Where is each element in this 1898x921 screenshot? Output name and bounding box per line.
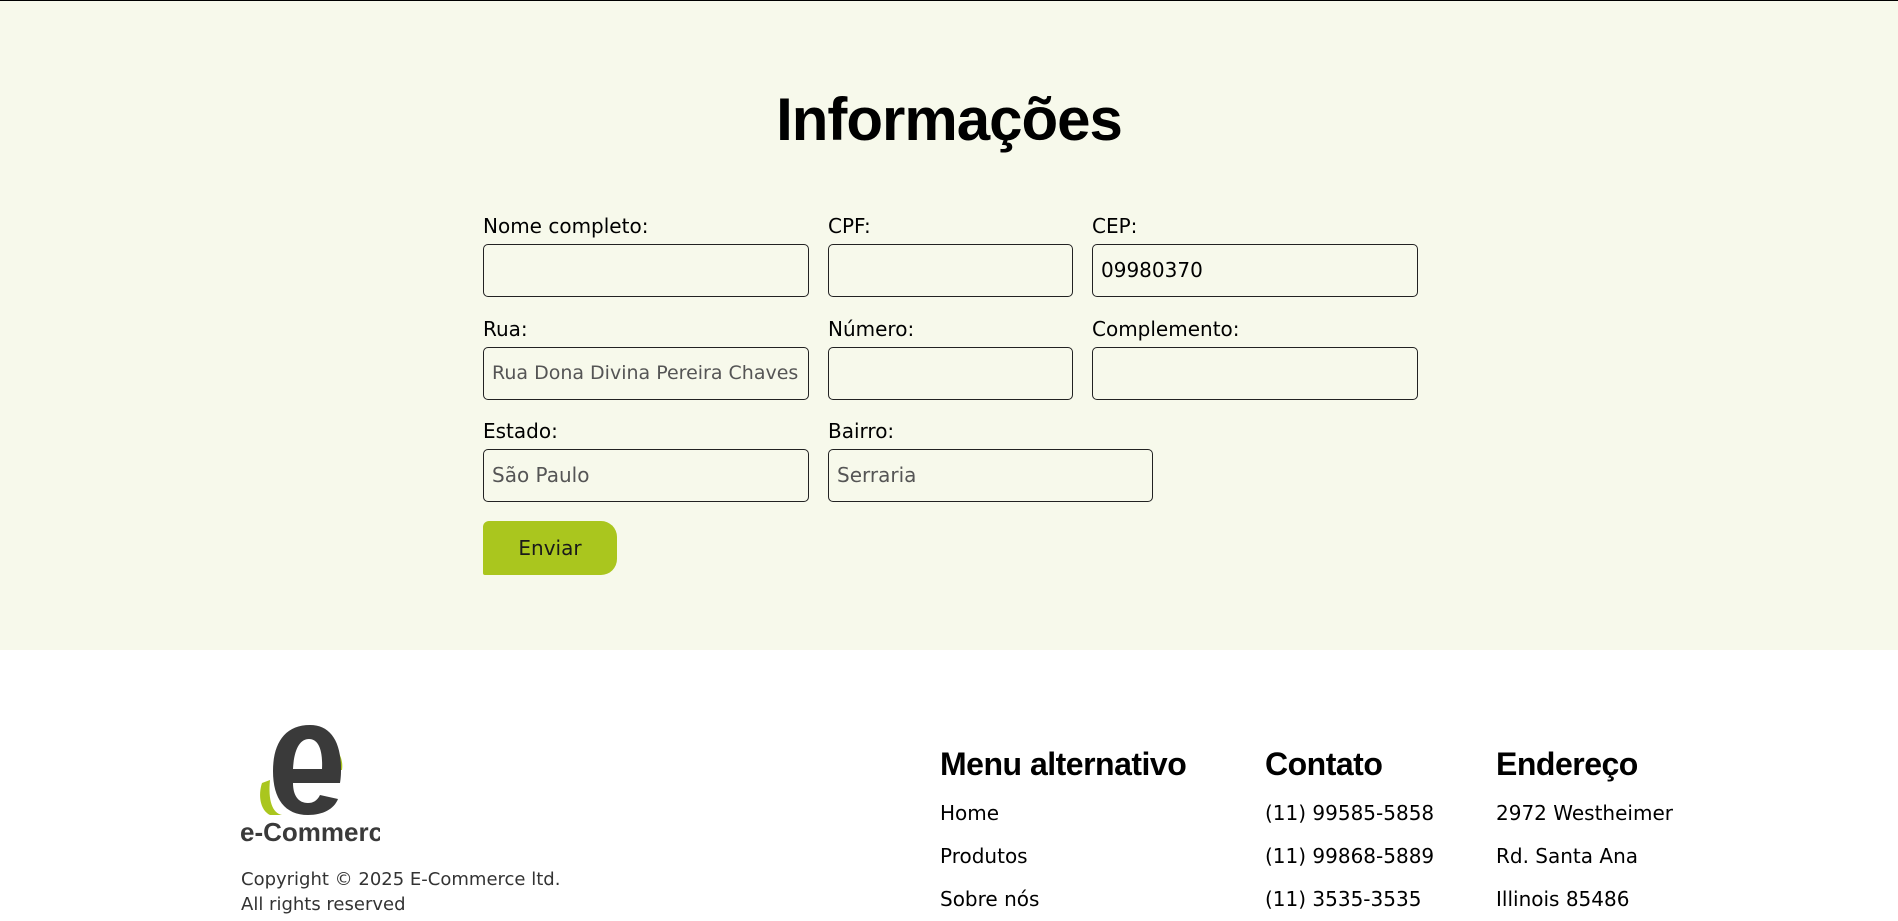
phone-item: (11) 3535-3535 bbox=[1265, 887, 1422, 911]
footer-contato-column: Contato (11) 99585-5858 (11) 99868-5889 … bbox=[1265, 746, 1434, 921]
cpf-input[interactable] bbox=[828, 244, 1073, 297]
endereco-heading: Endereço bbox=[1496, 746, 1638, 782]
field-cpf: CPF: bbox=[828, 213, 1073, 297]
info-form-section: Informações Nome completo: CPF: CEP: 099… bbox=[0, 1, 1898, 650]
field-bairro: Bairro: Serraria bbox=[828, 418, 1153, 502]
rua-input[interactable]: Rua Dona Divina Pereira Chaves bbox=[483, 347, 809, 400]
numero-label: Número: bbox=[828, 317, 915, 341]
address-line: 2972 Westheimer bbox=[1496, 801, 1673, 825]
numero-input[interactable] bbox=[828, 347, 1073, 400]
submit-button[interactable]: Enviar bbox=[483, 521, 617, 575]
svg-text:e-Commerce: e-Commerce bbox=[240, 817, 380, 845]
footer-endereco-column: Endereço 2972 Westheimer Rd. Santa Ana I… bbox=[1496, 746, 1673, 921]
complemento-input[interactable] bbox=[1092, 347, 1418, 400]
ecommerce-logo[interactable]: e-Commerce bbox=[240, 725, 380, 845]
footer-link-home[interactable]: Home bbox=[940, 792, 1186, 835]
cpf-label: CPF: bbox=[828, 214, 871, 238]
estado-label: Estado: bbox=[483, 419, 558, 443]
rights-line: All rights reserved bbox=[241, 894, 406, 915]
bairro-input[interactable]: Serraria bbox=[828, 449, 1153, 502]
nome-label: Nome completo: bbox=[483, 214, 649, 238]
cep-input[interactable]: 09980370 bbox=[1092, 244, 1418, 297]
complemento-label: Complemento: bbox=[1092, 317, 1240, 341]
contato-heading: Contato bbox=[1265, 746, 1383, 782]
footer-link-produtos[interactable]: Produtos bbox=[940, 835, 1186, 878]
address-line: Illinois 85486 bbox=[1496, 887, 1630, 911]
menu-heading: Menu alternativo bbox=[940, 746, 1187, 782]
rua-label: Rua: bbox=[483, 317, 528, 341]
field-nome: Nome completo: bbox=[483, 213, 809, 297]
bairro-label: Bairro: bbox=[828, 419, 895, 443]
phone-item: (11) 99868-5889 bbox=[1265, 844, 1435, 868]
field-rua: Rua: Rua Dona Divina Pereira Chaves bbox=[483, 316, 809, 400]
copyright: Copyright © 2025 E-Commerce ltd. All rig… bbox=[241, 867, 560, 917]
address-line: Rd. Santa Ana bbox=[1496, 844, 1639, 868]
copyright-line: Copyright © 2025 E-Commerce ltd. bbox=[241, 869, 561, 890]
footer: e-Commerce Copyright © 2025 E-Commerce l… bbox=[0, 650, 1898, 915]
phone-item: (11) 99585-5858 bbox=[1265, 801, 1435, 825]
estado-input[interactable]: São Paulo bbox=[483, 449, 809, 502]
cep-label: CEP: bbox=[1092, 214, 1138, 238]
field-cep: CEP: 09980370 bbox=[1092, 213, 1418, 297]
field-estado: Estado: São Paulo bbox=[483, 418, 809, 502]
nome-input[interactable] bbox=[483, 244, 809, 297]
page-title: Informações bbox=[776, 86, 1123, 153]
footer-menu-column: Menu alternativo Home Produtos Sobre nós bbox=[940, 746, 1187, 921]
footer-link-sobre[interactable]: Sobre nós bbox=[940, 878, 1186, 921]
field-numero: Número: bbox=[828, 316, 1073, 400]
field-complemento: Complemento: bbox=[1092, 316, 1418, 400]
